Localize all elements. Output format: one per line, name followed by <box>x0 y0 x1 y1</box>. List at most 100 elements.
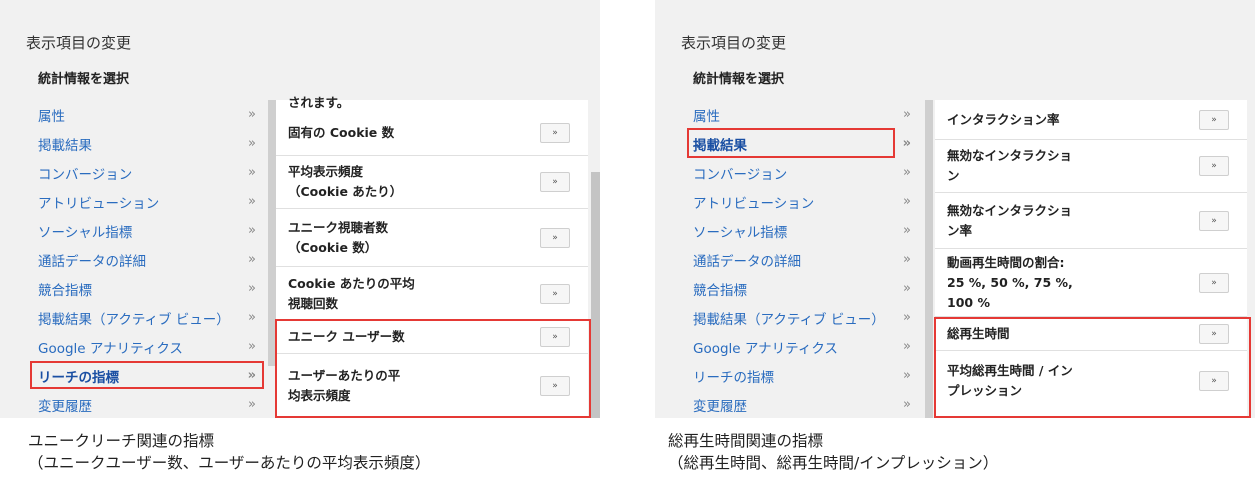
category-item-conversions[interactable]: コンバージョン » <box>30 158 266 187</box>
category-item-call-details[interactable]: 通話データの詳細 » <box>30 245 266 274</box>
metric-label: 平均表示頻度 （Cookie あたり） <box>288 164 403 199</box>
dialog-title: 表示項目の変更 <box>681 34 787 52</box>
double-chevron-icon: » <box>248 310 256 325</box>
double-chevron-icon: » <box>248 223 256 238</box>
add-metric-button[interactable]: » <box>1199 210 1229 231</box>
category-item-call-details[interactable]: 通話データの詳細 » <box>685 245 921 274</box>
double-chevron-icon: » <box>903 194 911 209</box>
metric-label: 平均総再生時間 / イン プレッション <box>947 363 1073 398</box>
double-chevron-icon: » <box>903 223 911 238</box>
add-metric-button[interactable]: » <box>540 123 570 143</box>
category-item-performance[interactable]: 掲載結果 » <box>685 129 921 158</box>
metric-label: 固有の Cookie 数 <box>288 125 395 140</box>
category-label: 掲載結果（アクティブ ビュー） <box>38 311 230 328</box>
double-chevron-icon: » <box>902 136 911 151</box>
category-label: リーチの指標 <box>38 369 119 386</box>
category-label: ソーシャル指標 <box>38 224 133 241</box>
scrollbar[interactable] <box>591 172 600 418</box>
metric-row: ユーザーあたりの平 均表示頻度 » <box>276 354 588 418</box>
metric-row: 平均総再生時間 / イン プレッション » <box>935 351 1247 411</box>
double-chevron-icon: » <box>248 397 256 412</box>
double-chevron-icon: » <box>903 165 911 180</box>
category-label: 競合指標 <box>38 282 92 299</box>
category-item-active-view[interactable]: 掲載結果（アクティブ ビュー） » <box>685 303 921 332</box>
metric-list: インタラクション率» 無効なインタラクショ ン» 無効なインタラクショ ン率» … <box>935 100 1247 418</box>
metric-row: ユニーク ユーザー数 » <box>276 321 588 354</box>
metric-label: 動画再生時間の割合: 25 %, 50 %, 75 %, 100 % <box>947 254 1073 310</box>
category-label: 属性 <box>693 108 720 125</box>
metric-row: インタラクション率 » <box>935 100 1247 140</box>
dialog-title: 表示項目の変更 <box>26 34 132 52</box>
category-item-change-history[interactable]: 変更履歴 » <box>30 390 266 418</box>
list-separator <box>925 100 933 418</box>
category-item-google-analytics[interactable]: Google アナリティクス » <box>685 332 921 361</box>
add-metric-button[interactable]: » <box>1199 156 1229 176</box>
add-metric-button[interactable]: » <box>1199 272 1229 293</box>
left-dialog-panel: 表示項目の変更 統計情報を選択 属性 » 掲載結果 » コンバージョン » アトリビュ… <box>0 0 600 418</box>
category-item-attributes[interactable]: 属性 » <box>30 100 266 129</box>
category-label: 属性 <box>38 108 65 125</box>
category-label: コンバージョン <box>693 166 788 183</box>
category-item-social[interactable]: ソーシャル指標 » <box>30 216 266 245</box>
category-item-active-view[interactable]: 掲載結果（アクティブ ビュー） » <box>30 303 266 332</box>
category-label: 変更履歴 <box>38 398 92 415</box>
double-chevron-icon: » <box>903 107 911 122</box>
double-chevron-icon: » <box>248 136 256 151</box>
category-label: コンバージョン <box>38 166 133 183</box>
metric-row: 無効なインタラクショ ン » <box>935 140 1247 193</box>
metric-label: Cookie あたりの平均 視聴回数 <box>288 275 415 311</box>
add-metric-button[interactable]: » <box>540 227 570 248</box>
metric-label: 無効なインタラクショ ン率 <box>947 202 1073 238</box>
metric-label: ユニーク ユーザー数 <box>288 329 405 344</box>
category-label: 変更履歴 <box>693 398 747 415</box>
add-metric-button[interactable]: » <box>540 327 570 347</box>
double-chevron-icon: » <box>248 252 256 267</box>
category-item-competitive[interactable]: 競合指標 » <box>30 274 266 303</box>
add-metric-button[interactable]: » <box>540 283 570 304</box>
category-item-competitive[interactable]: 競合指標 » <box>685 274 921 303</box>
double-chevron-icon: » <box>903 397 911 412</box>
category-item-reach[interactable]: リーチの指標 » <box>30 361 266 390</box>
double-chevron-icon: » <box>248 281 256 296</box>
category-label: 競合指標 <box>693 282 747 299</box>
category-label: リーチの指標 <box>693 369 774 386</box>
right-caption: 総再生時間関連の指標 （総再生時間、総再生時間/インプレッション） <box>668 432 999 472</box>
left-caption: ユニークリーチ関連の指標 （ユニークユーザー数、ユーザーあたりの平均表示頻度） <box>28 432 431 472</box>
category-item-attribution[interactable]: アトリビューション » <box>685 187 921 216</box>
category-item-attributes[interactable]: 属性 » <box>685 100 921 129</box>
add-metric-button[interactable]: » <box>540 172 570 192</box>
metric-row: 動画再生時間の割合: 25 %, 50 %, 75 %, 100 % » <box>935 249 1247 317</box>
category-item-reach[interactable]: リーチの指標 » <box>685 361 921 390</box>
category-item-social[interactable]: ソーシャル指標 » <box>685 216 921 245</box>
add-metric-button[interactable]: » <box>1199 323 1229 344</box>
category-list: 属性 » 掲載結果 » コンバージョン » アトリビューション » ソーシャル指標 » 通… <box>685 100 921 418</box>
clipped-description: されます。 <box>288 95 350 110</box>
category-item-performance[interactable]: 掲載結果 » <box>30 129 266 158</box>
metric-row: 平均表示頻度 （Cookie あたり） » <box>276 156 588 209</box>
right-dialog-panel: 表示項目の変更 統計情報を選択 属性 » 掲載結果 » コンバージョン » アトリビュ… <box>655 0 1255 418</box>
dialog-subtitle: 統計情報を選択 <box>693 72 785 87</box>
category-label: 掲載結果（アクティブ ビュー） <box>693 311 885 328</box>
double-chevron-icon: » <box>248 194 256 209</box>
add-metric-button[interactable]: » <box>1199 109 1229 130</box>
metric-label: 無効なインタラクショ ン <box>947 148 1073 183</box>
category-item-google-analytics[interactable]: Google アナリティクス » <box>30 332 266 361</box>
category-item-conversions[interactable]: コンバージョン » <box>685 158 921 187</box>
category-item-attribution[interactable]: アトリビューション » <box>30 187 266 216</box>
metric-label: インタラクション率 <box>947 111 1060 127</box>
double-chevron-icon: » <box>903 281 911 296</box>
add-metric-button[interactable]: » <box>1199 371 1229 391</box>
metric-label: 総再生時間 <box>947 325 1010 341</box>
category-label: アトリビューション <box>38 195 160 212</box>
category-item-change-history[interactable]: 変更履歴 » <box>685 390 921 418</box>
metric-list: されます。 固有の Cookie 数 » 平均表示頻度 （Cookie あたり） »… <box>276 95 588 418</box>
metric-row: Cookie あたりの平均 視聴回数 » <box>276 267 588 321</box>
category-label: 通話データの詳細 <box>693 253 801 270</box>
double-chevron-icon: » <box>903 368 911 383</box>
double-chevron-icon: » <box>247 368 256 383</box>
category-label: Google アナリティクス <box>38 340 183 357</box>
metric-row: ユニーク視聴者数 （Cookie 数） » <box>276 209 588 267</box>
double-chevron-icon: » <box>903 339 911 354</box>
add-metric-button[interactable]: » <box>540 376 570 396</box>
metric-label: ユーザーあたりの平 均表示頻度 <box>288 368 401 403</box>
